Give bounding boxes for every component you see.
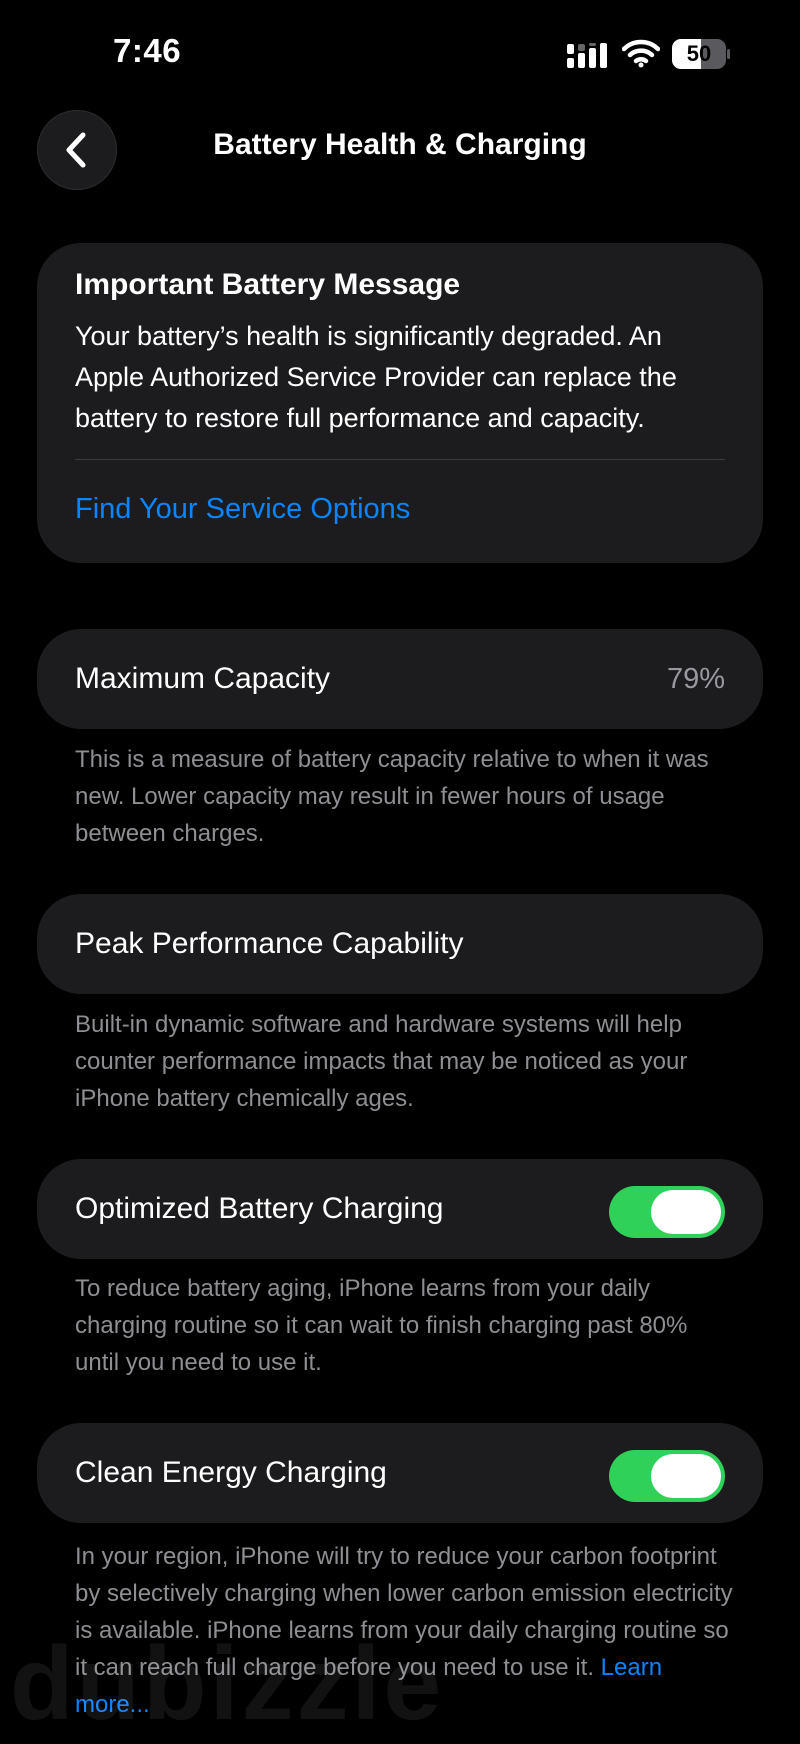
status-time: 7:46	[113, 32, 182, 69]
wifi-icon	[622, 39, 660, 68]
watermark-logo: dubizzle	[10, 1626, 445, 1742]
battery-message-card: Important Battery Message Your battery’s…	[37, 243, 763, 563]
peak-performance-label: Peak Performance Capability	[75, 927, 464, 960]
peak-performance-row: Peak Performance Capability	[37, 894, 763, 994]
status-bar: 7:46 50	[0, 0, 800, 100]
optimized-charging-label: Optimized Battery Charging	[75, 1192, 444, 1225]
toggle-knob	[651, 1454, 721, 1498]
divider	[75, 459, 725, 460]
optimized-charging-row: Optimized Battery Charging	[37, 1159, 763, 1259]
chevron-left-icon	[66, 132, 86, 168]
optimized-charging-toggle[interactable]	[609, 1186, 725, 1238]
battery-level: 50	[686, 41, 712, 66]
optimized-charging-footnote: To reduce battery aging, iPhone learns f…	[75, 1275, 688, 1376]
cellular-signal-icon	[567, 43, 607, 68]
clean-energy-row: Clean Energy Charging	[37, 1423, 763, 1523]
maximum-capacity-row: Maximum Capacity 79%	[37, 629, 763, 729]
toggle-knob	[651, 1190, 721, 1234]
find-service-options-link[interactable]: Find Your Service Options	[75, 493, 410, 526]
maximum-capacity-value: 79%	[666, 663, 725, 695]
page-title: Battery Health & Charging	[213, 128, 587, 161]
peak-performance-footnote: Built-in dynamic software and hardware s…	[75, 1011, 688, 1112]
back-button[interactable]	[37, 110, 117, 190]
message-title: Important Battery Message	[75, 268, 461, 301]
clean-energy-toggle[interactable]	[609, 1450, 725, 1502]
message-body: Your battery’s health is significantly d…	[75, 321, 677, 433]
maximum-capacity-label: Maximum Capacity	[75, 662, 331, 695]
clean-energy-label: Clean Energy Charging	[75, 1456, 387, 1489]
maximum-capacity-footnote: This is a measure of battery capacity re…	[75, 746, 709, 847]
